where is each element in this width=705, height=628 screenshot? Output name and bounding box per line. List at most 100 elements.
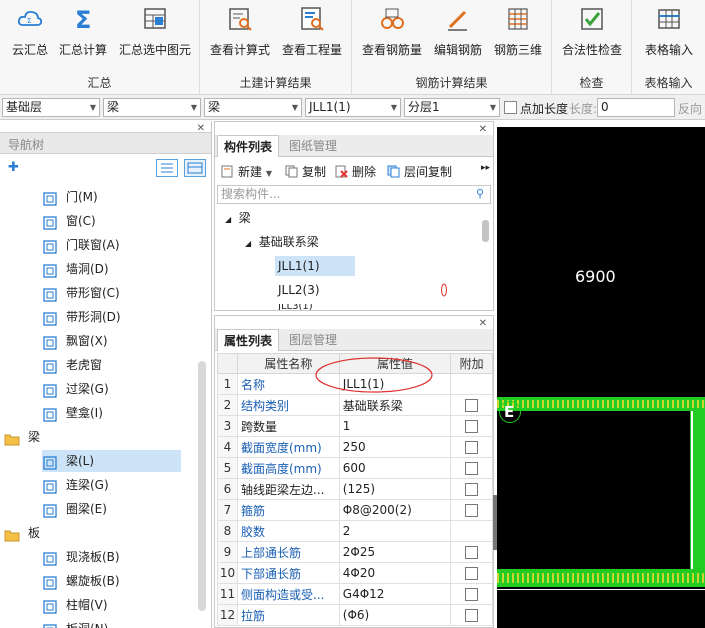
summary-calc-button[interactable]: Σ 汇总计算 [56,4,110,66]
property-row[interactable]: 11 侧面构造或受... G4Φ12 [217,583,493,605]
floor-copy-button[interactable]: 层间复制 [387,163,452,180]
extra-checkbox[interactable] [465,483,479,496]
property-value[interactable]: 基础联系梁 [338,394,452,416]
list-view-button[interactable] [156,159,178,177]
extra-checkbox[interactable] [465,567,479,580]
property-row[interactable]: 6 轴线距梁左边... (125) [217,478,493,500]
extra-checkbox[interactable] [465,441,479,454]
property-value[interactable]: 2Φ25 [338,541,452,563]
rebar-3d-button[interactable]: 钢筋三维 [488,4,548,66]
property-row[interactable]: 9 上部通长筋 2Φ25 [217,541,493,563]
tree-item[interactable]: JLL2(3) [278,280,320,300]
component-scrollbar[interactable] [482,220,489,242]
tab-layer-manage[interactable]: 图层管理 [283,329,343,351]
tab-property-list[interactable]: 属性列表 [217,329,280,351]
nav-item[interactable]: 老虎窗 [42,354,102,376]
close-icon[interactable]: ✕ [479,124,487,135]
nav-item-label: 壁龛(I) [66,406,103,420]
property-row[interactable]: 3 跨数量 1 [217,415,493,437]
edit-rebar-button[interactable]: 编辑钢筋 [428,4,488,66]
copy-button[interactable]: 复制 [285,163,326,180]
tree-root[interactable]: ◢ 梁 [225,208,251,228]
view-rebar-button[interactable]: 查看钢筋量 [358,4,426,66]
property-row[interactable]: 2 结构类别 基础联系梁 [217,394,493,416]
extra-checkbox[interactable] [465,399,479,412]
card-view-button[interactable] [184,159,206,177]
property-value[interactable]: 4Φ20 [338,562,452,584]
nav-item-label: 梁 [28,430,41,444]
property-value[interactable]: (125) [338,478,452,500]
nav-scrollbar[interactable] [198,361,206,611]
ribbon-group-table: 表格输入 表格输入 [632,0,705,95]
nav-item[interactable]: 连梁(G) [42,474,109,496]
nav-item[interactable]: 柱帽(V) [42,594,108,616]
tab-drawing-manage[interactable]: 图纸管理 [283,135,343,157]
type-select[interactable]: 梁 ▼ [204,98,302,117]
tree-group[interactable]: ◢ 基础联系梁 [245,232,319,252]
nav-category[interactable]: 梁 [4,426,40,448]
nav-item[interactable]: 圈梁(E) [42,498,107,520]
view-quantity-button[interactable]: 查看工程量 [278,4,346,66]
nav-item[interactable]: 墙洞(D) [42,258,109,280]
nav-item[interactable]: 门(M) [42,186,98,208]
nav-item[interactable]: 壁龛(I) [42,402,103,424]
tree-item-partial[interactable]: JLL3(1) [278,304,313,310]
property-value[interactable]: Φ8@200(2) [338,499,452,521]
close-icon[interactable]: ✕ [479,318,487,329]
property-row[interactable]: 5 截面高度(mm) 600 [217,457,493,479]
table-input-button[interactable]: 表格输入 [636,4,702,66]
property-value[interactable]: 250 [338,436,452,458]
extra-checkbox[interactable] [465,546,479,559]
point-length-checkbox[interactable] [504,101,517,114]
summary-selected-button[interactable]: 汇总选中图元 [112,4,198,66]
floor-select[interactable]: 基础层 ▼ [2,98,100,117]
property-value[interactable]: (Φ6) [338,604,452,626]
nav-item[interactable]: 螺旋板(B) [42,570,120,592]
property-row[interactable]: 12 拉筋 (Φ6) [217,604,493,626]
cloud-summary-button[interactable]: Σ 云汇总 [4,4,56,66]
nav-item[interactable]: 板洞(N) [42,618,108,628]
property-row[interactable]: 4 截面宽度(mm) 250 [217,436,493,458]
nav-item[interactable]: 门联窗(A) [42,234,120,256]
layer-select[interactable]: 分层1 ▼ [404,98,500,117]
nav-item-label: 梁(L) [66,454,95,468]
length-input[interactable]: 0 [597,98,675,117]
nav-category[interactable]: 板 [4,522,40,544]
extra-checkbox[interactable] [465,462,479,475]
extra-checkbox[interactable] [465,609,479,622]
tab-component-list[interactable]: 构件列表 [217,135,280,157]
ribbon-toolbar: Σ 云汇总 Σ 汇总计算 汇总选中图元 汇总 查看计算式 查看工程量 土建计算结… [0,0,705,95]
property-row[interactable]: 10 下部通长筋 4Φ20 [217,562,493,584]
category-select[interactable]: 梁 ▼ [103,98,201,117]
property-row[interactable]: 8 胶数 2 [217,520,493,542]
property-name: 截面宽度(mm) [236,436,340,458]
door-icon [42,191,58,206]
nav-item[interactable]: 梁(L) [42,450,181,472]
nav-item[interactable]: 窗(C) [42,210,96,232]
extra-checkbox[interactable] [465,588,479,601]
beam-icon [42,455,58,470]
property-row[interactable]: 7 箍筋 Φ8@200(2) [217,499,493,521]
extra-checkbox[interactable] [465,504,479,517]
tree-item[interactable]: JLL1(1) [275,256,355,276]
component-search-input[interactable]: 搜索构件... [217,185,491,204]
nav-item[interactable]: 飘窗(X) [42,330,108,352]
pin-icon[interactable]: ✚ [8,160,19,175]
view-formula-button[interactable]: 查看计算式 [206,4,274,66]
validity-check-button[interactable]: 合法性检查 [556,4,628,66]
component-select[interactable]: JLL1(1) ▼ [305,98,401,117]
drawing-canvas[interactable]: 6900 E [497,121,705,628]
nav-item[interactable]: 带形窗(C) [42,282,120,304]
property-value[interactable]: 2 [338,520,452,542]
new-button[interactable]: 新建 ▼ [221,163,272,180]
more-icon[interactable]: ▸▸ [481,163,490,173]
nav-item[interactable]: 过梁(G) [42,378,109,400]
property-value[interactable]: G4Φ12 [338,583,452,605]
nav-item[interactable]: 现浇板(B) [42,546,120,568]
extra-checkbox[interactable] [465,420,479,433]
property-value[interactable]: 1 [338,415,452,437]
delete-button[interactable]: 删除 [335,163,376,180]
search-icon[interactable]: ⚲ [476,187,484,200]
property-value[interactable]: 600 [338,457,452,479]
nav-item[interactable]: 带形洞(D) [42,306,121,328]
